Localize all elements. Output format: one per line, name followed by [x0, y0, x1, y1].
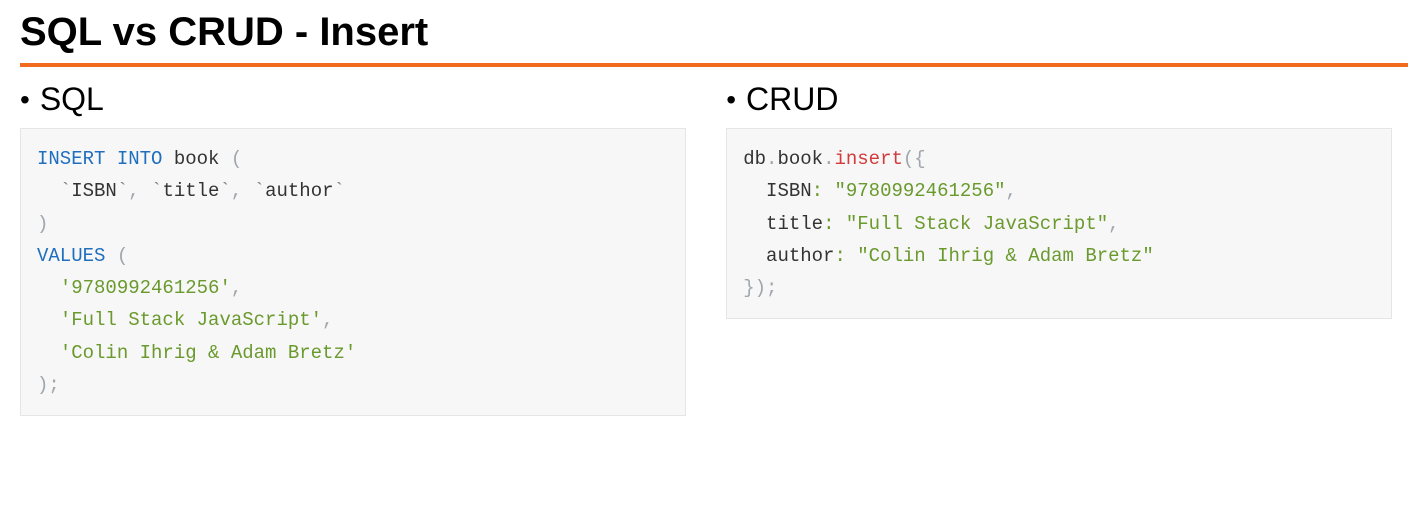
val-isbn: "9780992461256"	[834, 180, 1005, 202]
sql-label: SQL	[40, 81, 104, 118]
close-paren: )	[37, 374, 48, 396]
col-author: author	[265, 180, 333, 202]
open-paren: ({	[903, 148, 926, 170]
col-title: title	[162, 180, 219, 202]
dot: .	[766, 148, 777, 170]
page-title: SQL vs CRUD - Insert	[20, 10, 1408, 55]
val-author: 'Colin Ihrig & Adam Bretz'	[60, 342, 356, 364]
comma: ,	[128, 180, 139, 202]
comma: ,	[322, 309, 333, 331]
val-author: "Colin Ihrig & Adam Bretz"	[857, 245, 1153, 267]
sql-code-block: INSERT INTO book ( `ISBN`, `title`, `aut…	[20, 128, 686, 416]
method-insert: insert	[834, 148, 902, 170]
table-name: book	[174, 148, 220, 170]
backtick: `	[254, 180, 265, 202]
colon: :	[834, 245, 845, 267]
sql-column: • SQL INSERT INTO book ( `ISBN`, `title`…	[20, 73, 686, 416]
key-title: title	[766, 213, 823, 235]
kw-insert: INSERT	[37, 148, 105, 170]
sql-heading: • SQL	[20, 81, 686, 118]
close-paren: )	[37, 213, 48, 235]
columns: • SQL INSERT INTO book ( `ISBN`, `title`…	[20, 73, 1408, 416]
comma: ,	[231, 180, 242, 202]
val-title: 'Full Stack JavaScript'	[60, 309, 322, 331]
db-ident: db	[743, 148, 766, 170]
bullet-icon: •	[726, 86, 736, 114]
divider	[20, 63, 1408, 67]
colon: :	[812, 180, 823, 202]
val-isbn: '9780992461256'	[60, 277, 231, 299]
crud-code-block: db.book.insert({ ISBN: "9780992461256", …	[726, 128, 1392, 319]
dot: .	[823, 148, 834, 170]
open-paren: (	[231, 148, 242, 170]
crud-column: • CRUD db.book.insert({ ISBN: "978099246…	[726, 73, 1392, 319]
semicolon: ;	[48, 374, 59, 396]
val-title: "Full Stack JavaScript"	[846, 213, 1108, 235]
key-author: author	[766, 245, 834, 267]
backtick: `	[60, 180, 71, 202]
crud-heading: • CRUD	[726, 81, 1392, 118]
crud-label: CRUD	[746, 81, 838, 118]
kw-values: VALUES	[37, 245, 105, 267]
comma: ,	[231, 277, 242, 299]
kw-into: INTO	[117, 148, 163, 170]
backtick: `	[334, 180, 345, 202]
key-isbn: ISBN	[766, 180, 812, 202]
comma: ,	[1108, 213, 1119, 235]
comma: ,	[1006, 180, 1017, 202]
bullet-icon: •	[20, 86, 30, 114]
coll-ident: book	[777, 148, 823, 170]
backtick: `	[117, 180, 128, 202]
close-paren: });	[743, 277, 777, 299]
backtick: `	[151, 180, 162, 202]
backtick: `	[219, 180, 230, 202]
col-isbn: ISBN	[71, 180, 117, 202]
open-paren: (	[117, 245, 128, 267]
colon: :	[823, 213, 834, 235]
